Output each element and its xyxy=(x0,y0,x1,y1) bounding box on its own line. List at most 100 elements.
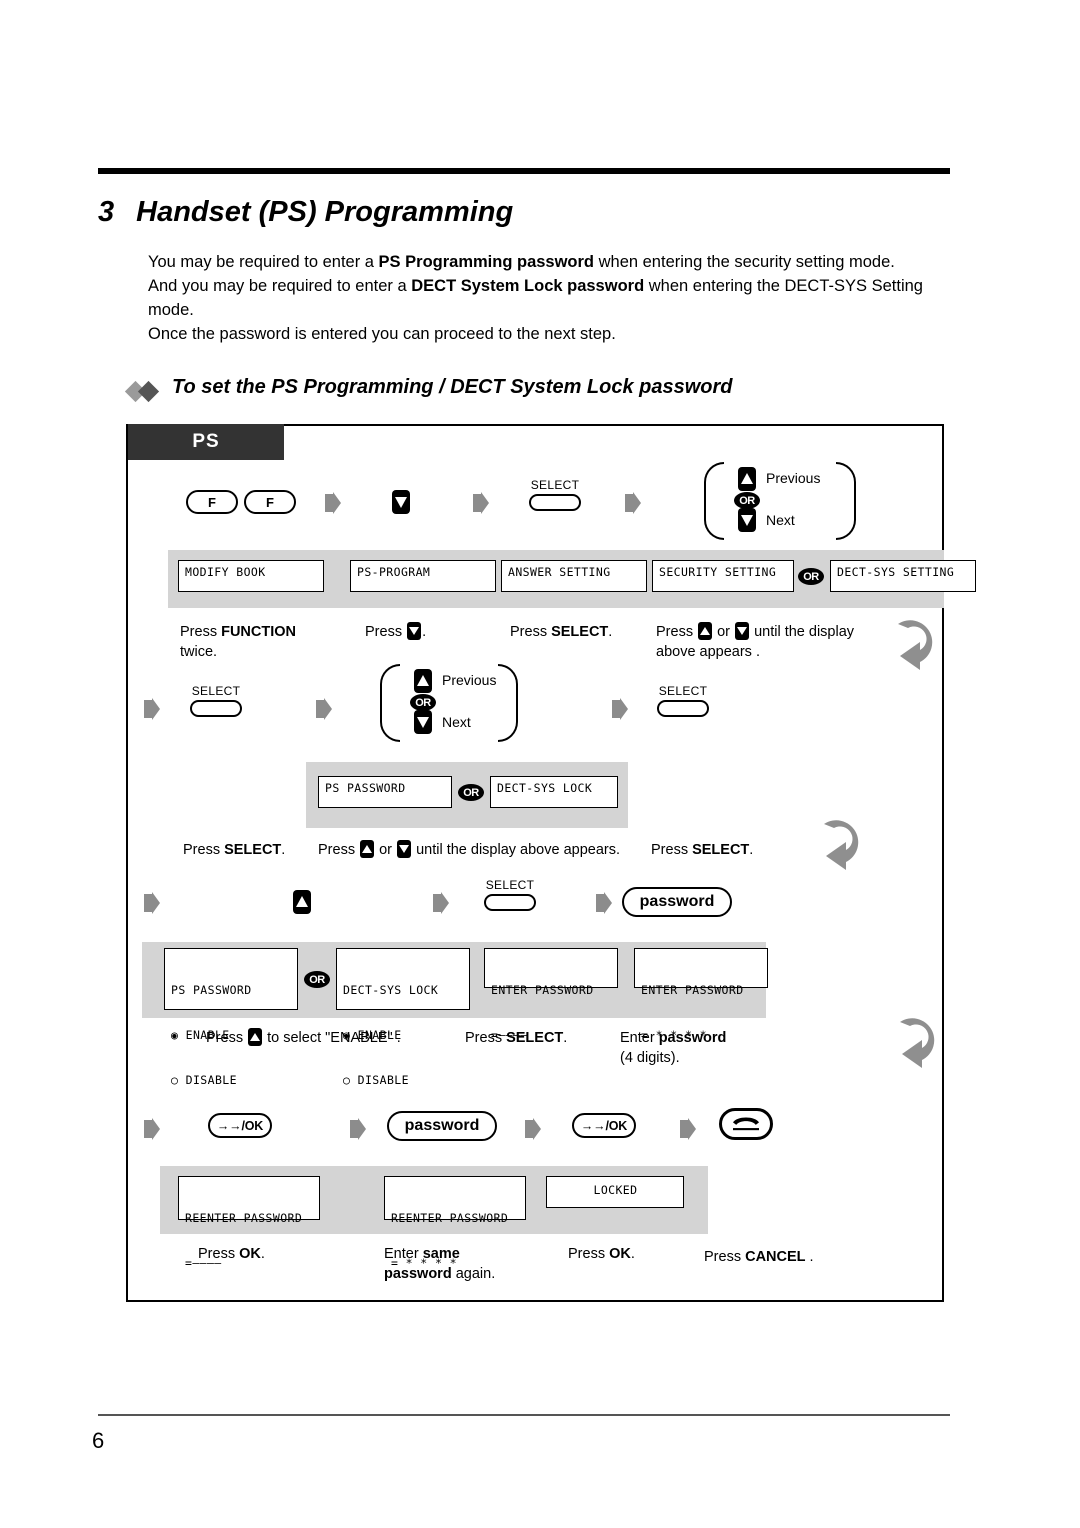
password-key-2[interactable]: password xyxy=(387,1111,497,1141)
flow-arrow-icon-10 xyxy=(144,1118,160,1140)
function-key-2[interactable]: F xyxy=(244,490,296,514)
or-badge-row2: OR xyxy=(458,784,484,801)
caption-r1-3-post: . xyxy=(608,624,613,640)
flow-arrow-icon-12 xyxy=(525,1118,541,1140)
caption-r1-4-post: until the display xyxy=(750,624,855,640)
page-title: 3 Handset (PS) Programming xyxy=(98,196,958,229)
caption-r1-4-line2: above appears . xyxy=(656,644,760,660)
caption-r1-4-pre: Press xyxy=(656,624,698,640)
ok-key-1[interactable]: →→/OK xyxy=(208,1113,272,1138)
flow-arrow-icon-13 xyxy=(680,1118,696,1140)
next-label: Next xyxy=(766,512,795,528)
caption-r2-1-pre: Press xyxy=(183,842,225,858)
prev-next-group-2: Previous OR Next xyxy=(380,664,518,742)
intro-p2-a: And you may be required to enter a xyxy=(148,277,412,295)
ok-key-2[interactable]: →→/OK xyxy=(572,1113,636,1138)
lcd-enter-password-empty-title: ENTER PASSWORD xyxy=(491,983,594,997)
caption-r2-2-pre: Press xyxy=(318,842,360,858)
lcd-reenter-password-empty: REENTER PASSWORD =———— xyxy=(178,1176,320,1270)
cancel-phone-key[interactable] xyxy=(719,1108,773,1140)
select-key-oval-3 xyxy=(657,700,709,717)
or-badge-row1: OR xyxy=(798,568,824,585)
intro-text: You may be required to enter a PS Progra… xyxy=(148,250,948,346)
select-key-label-3: SELECT xyxy=(658,684,708,698)
select-key-oval-4 xyxy=(484,894,536,911)
procedure-flow-box: PS F F SELECT Previous OR Next MODIFY BO… xyxy=(126,424,976,1302)
caption-r1-3: Press SELECT. xyxy=(510,622,660,642)
flow-arrow-icon-4 xyxy=(144,698,160,720)
up-arrow-key-2[interactable] xyxy=(414,669,432,693)
function-key-1[interactable]: F xyxy=(186,490,238,514)
or-badge: OR xyxy=(734,492,760,509)
lcd-ps-password-opt2: ○ DISABLE xyxy=(171,1073,237,1087)
down-arrow-key[interactable] xyxy=(392,490,410,514)
caption-r4-4-post: . xyxy=(805,1249,814,1265)
flow-arrow-icon-7 xyxy=(144,892,160,914)
caption-r1-1-strong: FUNCTION xyxy=(221,624,297,640)
caption-r1-3-pre: Press xyxy=(510,624,552,640)
section-heading-text: To set the PS Programming / DECT System … xyxy=(172,376,733,398)
caption-r3-3-line2: (4 digits). xyxy=(620,1050,680,1066)
diamond-bullet-icon-2 xyxy=(137,380,160,403)
page-number: 6 xyxy=(92,1428,105,1453)
down-arrow-icon-inline-2 xyxy=(735,622,750,640)
caption-r4-1: Press OK. xyxy=(198,1244,265,1264)
select-key-1[interactable]: SELECT xyxy=(521,478,589,518)
lcd-security-setting: SECURITY SETTING xyxy=(652,560,794,592)
flow-arrow-icon-5 xyxy=(316,698,332,720)
caption-r4-3-strong: OK xyxy=(609,1246,631,1262)
caption-r4-3-post: . xyxy=(630,1246,635,1262)
lcd-modify-book: MODIFY BOOK xyxy=(178,560,324,592)
caption-r2-3-pre: Press xyxy=(651,842,693,858)
caption-r1-4: Press or until the display above appears… xyxy=(656,622,855,660)
flow-arrow-icon-2 xyxy=(473,492,489,514)
lcd-ps-password: PS PASSWORD xyxy=(318,776,452,808)
down-arrow-key-2[interactable] xyxy=(738,508,756,532)
chapter-title: Handset (PS) Programming xyxy=(136,196,514,228)
caption-r2-1-strong: SELECT xyxy=(224,842,282,858)
flow-arrow-icon xyxy=(325,492,341,514)
lcd-ps-program: PS-PROGRAM xyxy=(350,560,496,592)
up-arrow-key[interactable] xyxy=(738,467,756,491)
caption-r3-1: Press to select "ENABLE" . xyxy=(206,1028,486,1048)
caption-r4-1-post: . xyxy=(260,1246,265,1262)
caption-r1-1-line2: twice. xyxy=(180,644,218,660)
caption-r4-4: Press CANCEL . xyxy=(704,1247,814,1267)
lcd-enter-password-filled: ENTER PASSWORD = * * * * xyxy=(634,948,768,1042)
intro-p1-strong: PS Programming password xyxy=(378,253,595,271)
footer-rule xyxy=(98,1414,950,1416)
lcd-dect-lock-opt2: ○ DISABLE xyxy=(343,1073,409,1087)
prev-next-group-1: Previous OR Next xyxy=(704,462,856,540)
up-arrow-icon-inline xyxy=(698,622,713,640)
flow-arrow-icon-8 xyxy=(433,892,449,914)
password-key-1[interactable]: password xyxy=(622,887,732,917)
up-arrow-key-3[interactable] xyxy=(293,890,311,914)
lcd-dect-sys-lock: DECT-SYS LOCK xyxy=(490,776,618,808)
paren-right-icon xyxy=(836,462,856,540)
down-arrow-icon-inline-3 xyxy=(397,840,412,858)
caption-r3-3-pre: Enter xyxy=(620,1030,659,1046)
previous-label-2: Previous xyxy=(442,672,497,688)
caption-r3-2-strong: SELECT xyxy=(506,1030,564,1046)
lcd-enter-password-empty: ENTER PASSWORD =———— xyxy=(484,948,618,1042)
select-key-2[interactable]: SELECT xyxy=(182,684,250,724)
section-heading: To set the PS Programming / DECT System … xyxy=(124,376,958,408)
caption-r4-3: Press OK. xyxy=(568,1244,635,1264)
select-key-3[interactable]: SELECT xyxy=(649,684,717,724)
caption-r1-1: Press FUNCTION twice. xyxy=(180,622,330,662)
intro-paragraph-3: Once the password is entered you can pro… xyxy=(148,325,616,343)
flow-arrow-icon-6 xyxy=(612,698,628,720)
down-arrow-key-3[interactable] xyxy=(414,710,432,734)
lcd-locked: LOCKED xyxy=(546,1176,684,1208)
lcd-dect-lock-title: DECT-SYS LOCK xyxy=(343,983,439,997)
caption-r3-2-post: . xyxy=(563,1030,568,1046)
lcd-reenter-password-filled: REENTER PASSWORD = * * * * xyxy=(384,1176,526,1270)
document-page: 3 Handset (PS) Programming You may be req… xyxy=(0,0,1080,1528)
intro-p2-strong: DECT System Lock password xyxy=(411,277,645,295)
caption-r2-3-post: . xyxy=(749,842,754,858)
caption-r3-3-strong: password xyxy=(658,1030,727,1046)
select-key-label-4: SELECT xyxy=(485,878,535,892)
intro-p1-c: when entering the security setting mode. xyxy=(594,253,895,271)
select-key-4[interactable]: SELECT xyxy=(476,878,544,918)
caption-r4-2-line2b: again. xyxy=(451,1266,496,1282)
